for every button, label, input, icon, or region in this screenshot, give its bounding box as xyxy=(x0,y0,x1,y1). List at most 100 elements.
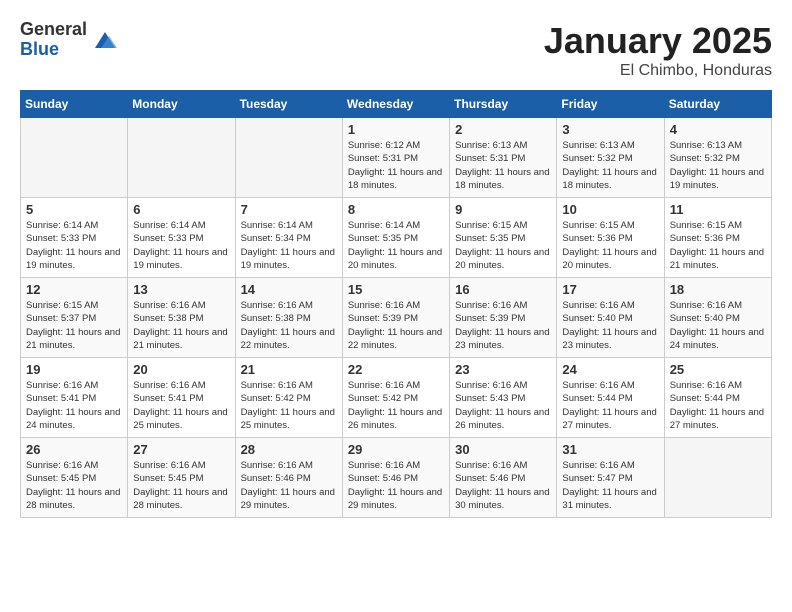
day-number: 13 xyxy=(133,282,229,297)
day-info: Sunrise: 6:16 AM Sunset: 5:46 PM Dayligh… xyxy=(455,459,551,512)
day-number: 18 xyxy=(670,282,766,297)
day-number: 23 xyxy=(455,362,551,377)
weekday-header-friday: Friday xyxy=(557,91,664,118)
day-info: Sunrise: 6:15 AM Sunset: 5:37 PM Dayligh… xyxy=(26,299,122,352)
day-info: Sunrise: 6:16 AM Sunset: 5:41 PM Dayligh… xyxy=(133,379,229,432)
day-info: Sunrise: 6:13 AM Sunset: 5:31 PM Dayligh… xyxy=(455,139,551,192)
day-info: Sunrise: 6:16 AM Sunset: 5:40 PM Dayligh… xyxy=(562,299,658,352)
calendar-week-1: 1 Sunrise: 6:12 AM Sunset: 5:31 PM Daylig… xyxy=(21,118,772,198)
weekday-header-wednesday: Wednesday xyxy=(342,91,449,118)
day-number: 4 xyxy=(670,122,766,137)
month-title: January 2025 xyxy=(544,20,772,62)
day-number: 19 xyxy=(26,362,122,377)
calendar-week-4: 19 Sunrise: 6:16 AM Sunset: 5:41 PM Dayli… xyxy=(21,358,772,438)
day-number: 15 xyxy=(348,282,444,297)
calendar-cell: 30 Sunrise: 6:16 AM Sunset: 5:46 PM Dayli… xyxy=(450,438,557,518)
calendar-cell xyxy=(664,438,771,518)
day-info: Sunrise: 6:16 AM Sunset: 5:39 PM Dayligh… xyxy=(348,299,444,352)
day-info: Sunrise: 6:16 AM Sunset: 5:39 PM Dayligh… xyxy=(455,299,551,352)
day-info: Sunrise: 6:16 AM Sunset: 5:45 PM Dayligh… xyxy=(26,459,122,512)
day-number: 24 xyxy=(562,362,658,377)
calendar-cell: 11 Sunrise: 6:15 AM Sunset: 5:36 PM Dayli… xyxy=(664,198,771,278)
day-number: 1 xyxy=(348,122,444,137)
title-block: January 2025 El Chimbo, Honduras xyxy=(544,20,772,80)
calendar-cell: 28 Sunrise: 6:16 AM Sunset: 5:46 PM Dayli… xyxy=(235,438,342,518)
calendar-cell: 23 Sunrise: 6:16 AM Sunset: 5:43 PM Dayli… xyxy=(450,358,557,438)
day-number: 28 xyxy=(241,442,337,457)
day-number: 16 xyxy=(455,282,551,297)
day-number: 5 xyxy=(26,202,122,217)
calendar-cell: 10Sunrise: 6:15 AM Sunset: 5:36 PM Dayli… xyxy=(557,198,664,278)
weekday-header-tuesday: Tuesday xyxy=(235,91,342,118)
day-info: Sunrise: 6:14 AM Sunset: 5:33 PM Dayligh… xyxy=(26,219,122,272)
day-info: Sunrise: 6:16 AM Sunset: 5:44 PM Dayligh… xyxy=(562,379,658,432)
day-info: Sunrise: 6:16 AM Sunset: 5:42 PM Dayligh… xyxy=(348,379,444,432)
calendar-cell: 9Sunrise: 6:15 AM Sunset: 5:35 PM Daylig… xyxy=(450,198,557,278)
weekday-header-sunday: Sunday xyxy=(21,91,128,118)
calendar-cell: 8Sunrise: 6:14 AM Sunset: 5:35 PM Daylig… xyxy=(342,198,449,278)
day-number: 2 xyxy=(455,122,551,137)
calendar-cell: 15 Sunrise: 6:16 AM Sunset: 5:39 PM Dayli… xyxy=(342,278,449,358)
calendar-cell: 25 Sunrise: 6:16 AM Sunset: 5:44 PM Dayli… xyxy=(664,358,771,438)
day-number: 22 xyxy=(348,362,444,377)
day-number: 17 xyxy=(562,282,658,297)
day-info: Sunrise: 6:14 AM Sunset: 5:33 PM Dayligh… xyxy=(133,219,229,272)
day-info: Sunrise: 6:16 AM Sunset: 5:47 PM Dayligh… xyxy=(562,459,658,512)
day-number: 11 xyxy=(670,202,766,217)
day-number: 26 xyxy=(26,442,122,457)
calendar-cell: 18 Sunrise: 6:16 AM Sunset: 5:40 PM Dayli… xyxy=(664,278,771,358)
logo: General Blue xyxy=(20,20,119,60)
weekday-header-thursday: Thursday xyxy=(450,91,557,118)
day-number: 7 xyxy=(241,202,337,217)
day-number: 3 xyxy=(562,122,658,137)
day-number: 20 xyxy=(133,362,229,377)
day-info: Sunrise: 6:16 AM Sunset: 5:46 PM Dayligh… xyxy=(348,459,444,512)
day-info: Sunrise: 6:12 AM Sunset: 5:31 PM Dayligh… xyxy=(348,139,444,192)
day-info: Sunrise: 6:16 AM Sunset: 5:45 PM Dayligh… xyxy=(133,459,229,512)
day-number: 10 xyxy=(562,202,658,217)
day-number: 29 xyxy=(348,442,444,457)
page-header: General Blue January 2025 El Chimbo, Hon… xyxy=(20,20,772,80)
day-number: 27 xyxy=(133,442,229,457)
calendar-cell xyxy=(21,118,128,198)
calendar-week-3: 12 Sunrise: 6:15 AM Sunset: 5:37 PM Dayli… xyxy=(21,278,772,358)
location: El Chimbo, Honduras xyxy=(544,62,772,80)
calendar-cell: 3 Sunrise: 6:13 AM Sunset: 5:32 PM Daylig… xyxy=(557,118,664,198)
calendar-week-2: 5 Sunrise: 6:14 AM Sunset: 5:33 PM Daylig… xyxy=(21,198,772,278)
day-info: Sunrise: 6:16 AM Sunset: 5:38 PM Dayligh… xyxy=(133,299,229,352)
day-number: 6 xyxy=(133,202,229,217)
day-number: 12 xyxy=(26,282,122,297)
day-number: 21 xyxy=(241,362,337,377)
calendar-cell: 16 Sunrise: 6:16 AM Sunset: 5:39 PM Dayli… xyxy=(450,278,557,358)
calendar-cell xyxy=(128,118,235,198)
calendar-header: SundayMondayTuesdayWednesdayThursdayFrid… xyxy=(21,91,772,118)
day-info: Sunrise: 6:16 AM Sunset: 5:43 PM Dayligh… xyxy=(455,379,551,432)
day-info: Sunrise: 6:14 AM Sunset: 5:34 PM Dayligh… xyxy=(241,219,337,272)
day-number: 25 xyxy=(670,362,766,377)
calendar-cell: 20 Sunrise: 6:16 AM Sunset: 5:41 PM Dayli… xyxy=(128,358,235,438)
day-info: Sunrise: 6:16 AM Sunset: 5:44 PM Dayligh… xyxy=(670,379,766,432)
calendar-week-5: 26 Sunrise: 6:16 AM Sunset: 5:45 PM Dayli… xyxy=(21,438,772,518)
day-info: Sunrise: 6:15 AM Sunset: 5:36 PM Dayligh… xyxy=(670,219,766,272)
day-info: Sunrise: 6:16 AM Sunset: 5:42 PM Dayligh… xyxy=(241,379,337,432)
calendar-cell: 21 Sunrise: 6:16 AM Sunset: 5:42 PM Dayli… xyxy=(235,358,342,438)
day-number: 30 xyxy=(455,442,551,457)
logo-icon xyxy=(91,26,119,54)
calendar-cell: 22 Sunrise: 6:16 AM Sunset: 5:42 PM Dayli… xyxy=(342,358,449,438)
calendar-cell: 7 Sunrise: 6:14 AM Sunset: 5:34 PM Daylig… xyxy=(235,198,342,278)
day-number: 31 xyxy=(562,442,658,457)
day-info: Sunrise: 6:13 AM Sunset: 5:32 PM Dayligh… xyxy=(562,139,658,192)
calendar: SundayMondayTuesdayWednesdayThursdayFrid… xyxy=(20,90,772,518)
day-info: Sunrise: 6:16 AM Sunset: 5:38 PM Dayligh… xyxy=(241,299,337,352)
day-info: Sunrise: 6:16 AM Sunset: 5:46 PM Dayligh… xyxy=(241,459,337,512)
day-info: Sunrise: 6:16 AM Sunset: 5:40 PM Dayligh… xyxy=(670,299,766,352)
calendar-cell: 13 Sunrise: 6:16 AM Sunset: 5:38 PM Dayli… xyxy=(128,278,235,358)
calendar-body: 1 Sunrise: 6:12 AM Sunset: 5:31 PM Daylig… xyxy=(21,118,772,518)
calendar-cell: 24 Sunrise: 6:16 AM Sunset: 5:44 PM Dayli… xyxy=(557,358,664,438)
day-number: 9 xyxy=(455,202,551,217)
logo-text: General Blue xyxy=(20,20,87,60)
calendar-cell: 29 Sunrise: 6:16 AM Sunset: 5:46 PM Dayli… xyxy=(342,438,449,518)
weekday-row: SundayMondayTuesdayWednesdayThursdayFrid… xyxy=(21,91,772,118)
calendar-cell: 12 Sunrise: 6:15 AM Sunset: 5:37 PM Dayli… xyxy=(21,278,128,358)
calendar-cell xyxy=(235,118,342,198)
